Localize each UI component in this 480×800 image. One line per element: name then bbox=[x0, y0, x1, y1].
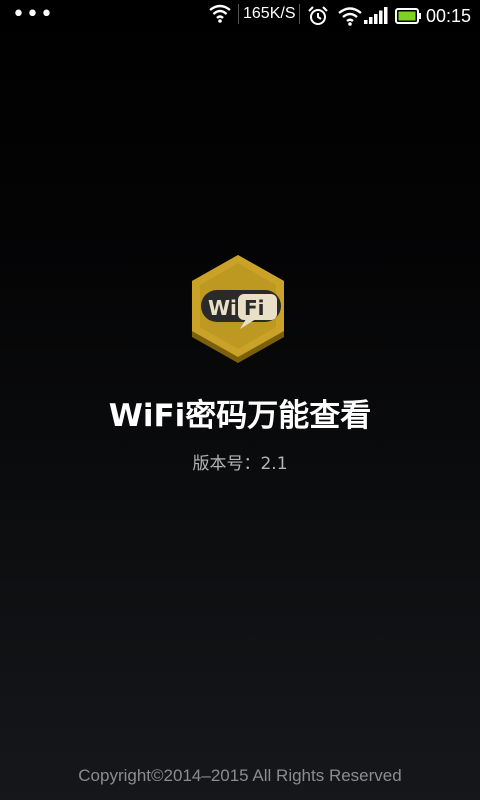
signal-icon bbox=[364, 7, 388, 24]
version-label: 版本号： bbox=[192, 454, 261, 474]
wifi-icon bbox=[209, 4, 231, 23]
app-title: WiFi密码万能查看 bbox=[108, 398, 372, 434]
status-bar: ••• 165K/S 00:15 bbox=[0, 0, 480, 32]
app-logo: Wi Fi bbox=[192, 255, 284, 363]
copyright-text: Copyright©2014–2015 All Rights Reserved bbox=[78, 766, 402, 785]
version-number: 2.1 bbox=[260, 454, 288, 474]
logo-text-wi: Wi bbox=[208, 296, 237, 320]
battery-icon bbox=[395, 8, 421, 24]
notification-dots: ••• bbox=[12, 2, 54, 27]
version-line: 版本号：2.1 bbox=[0, 452, 480, 476]
network-speed: 165K/S bbox=[238, 4, 301, 24]
wifi-icon bbox=[338, 7, 362, 26]
clock: 00:15 bbox=[425, 6, 471, 26]
alarm-icon bbox=[308, 6, 328, 25]
logo-text-fi: Fi bbox=[244, 296, 265, 320]
